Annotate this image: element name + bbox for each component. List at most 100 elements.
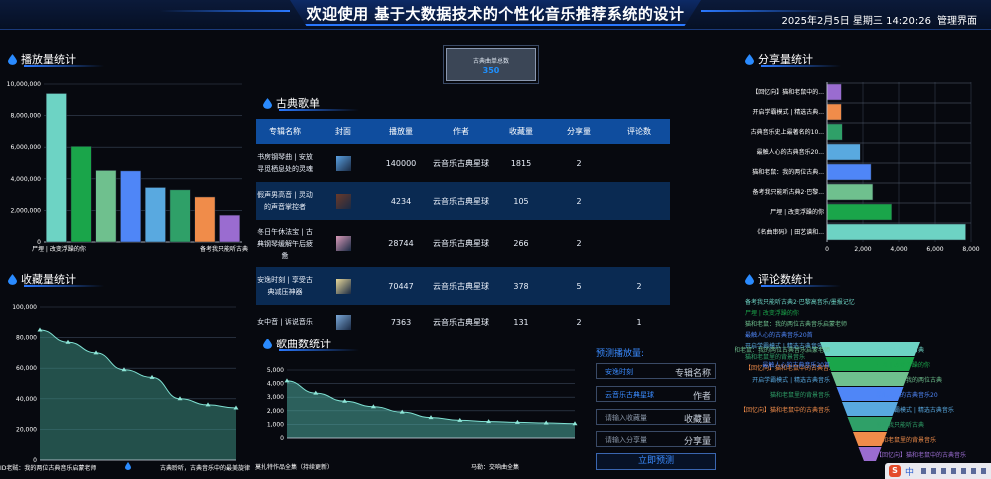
- header-decoration-left: [160, 10, 290, 12]
- album-name-cell: 女中音 | 诉说音乐: [256, 316, 314, 328]
- x-tick-label: 8,000: [962, 246, 979, 253]
- y-tick-label: 猫和老鼠：我的两位古典...: [752, 168, 824, 176]
- summary-box: 古典曲单总数 350: [443, 45, 539, 84]
- album-cover-image[interactable]: [335, 314, 351, 330]
- share-hbar-chart: 0 2,000 4,000 6,000 8,000 【回忆向】猫和老鼠中的... 开启学霸模…: [751, 82, 980, 253]
- drop-icon: [8, 273, 17, 285]
- plays-cell: 7363: [390, 317, 412, 327]
- col-header-author: 作者: [453, 127, 469, 136]
- album-name-line: 典钢琴缓解午后疲: [257, 239, 313, 248]
- panel-title-share: 分享量统计: [745, 51, 841, 67]
- album-cover-image[interactable]: [335, 236, 351, 251]
- predict-collect-placeholder: 请输入收藏量: [605, 414, 647, 422]
- y-tick-label: 《名曲串码》| 田艺谱和...: [754, 228, 824, 236]
- y-tick-label: 备考我只能听古典2·巴黎...: [753, 188, 825, 196]
- table-row[interactable]: 假声男高音 | 灵动 的声音掌控者 4234 云音乐古典星球 105 2: [256, 182, 670, 220]
- table-row[interactable]: 冬日午休法宝 | 古典钢琴缓解午后疲惫 28744 云音乐古典星球 266 2: [256, 220, 670, 267]
- cover-cell: [314, 314, 372, 330]
- y-tick-label: 0: [37, 239, 41, 246]
- funnel-left-label: 猫和老鼠里的背景音乐: [770, 391, 830, 399]
- comments-cell: 2: [636, 281, 642, 291]
- collect-cell: 1815: [510, 158, 532, 168]
- bar: [826, 83, 842, 101]
- legend-item: 猫和老鼠：我的两位古典音乐启蒙老师: [745, 320, 847, 328]
- author-cell: 云音乐古典星球: [433, 281, 489, 291]
- predict-button[interactable]: 立即预测: [596, 453, 716, 470]
- table-row[interactable]: 女中音 | 诉说音乐 7363 云音乐古典星球 131 2 1: [256, 305, 670, 339]
- summary-value: 350: [482, 66, 500, 75]
- y-tick-label: 80,000: [16, 335, 37, 342]
- share-cell: 2: [576, 239, 582, 248]
- drop-icon: [8, 53, 17, 65]
- x-tick-label: 2,000: [854, 246, 871, 253]
- col-header-share: 分享量: [567, 127, 591, 136]
- drop-icon: [125, 462, 131, 470]
- y-tick-label: 4,000,000: [10, 176, 41, 183]
- album-name-line: 惫: [281, 251, 289, 260]
- predict-album-value: 安逸时刻: [605, 368, 633, 376]
- share-cell: 2: [576, 317, 582, 327]
- y-tick-label: 最触人心的古典音乐20...: [757, 148, 824, 156]
- predict-album-label: 专辑名称: [674, 369, 711, 379]
- album-table: 专辑名称 封面 播放量 作者 收藏量 分享量 评论数 书房钢琴曲 | 安放 寻觅栖…: [256, 119, 670, 339]
- y-tick-label: 【回忆向】猫和老鼠中的...: [752, 88, 824, 96]
- panel-title-plays: 播放量统计: [8, 51, 104, 67]
- collect-area-chart: 0 20,000 40,000 60,000 80,000 100,000 ID老贼：我的两…: [0, 304, 250, 472]
- y-tick-label: 2,000: [267, 408, 284, 415]
- bar: [219, 214, 241, 243]
- y-tick-label: 1,000: [267, 421, 284, 428]
- y-tick-label: 10,000,000: [7, 81, 42, 88]
- funnel-left-label: 开启学霸模式 | 精选古典音乐: [752, 376, 830, 384]
- ime-icon[interactable]: S: [889, 465, 901, 477]
- y-tick-label: 古典音乐史上最著名的10...: [751, 128, 824, 136]
- share-cell: 5: [576, 281, 582, 291]
- table-row[interactable]: 安逸时刻 | 享受古 典减压神器 70447 云音乐古典星球 378 5 2: [256, 267, 670, 305]
- x-tick-label: 莫扎特作品全集（持续更新）: [255, 463, 333, 471]
- album-cover-image[interactable]: [335, 155, 351, 171]
- album-name-line: 典减压神器: [267, 288, 303, 296]
- y-tick-label: 60,000: [16, 365, 37, 372]
- bar: [826, 123, 843, 141]
- predict-album-field[interactable]: 安逸时刻 专辑名称: [596, 363, 716, 379]
- x-tick-label: 古典聆听，古典音乐中的最美旋律: [160, 464, 250, 472]
- album-name-cell: 假声男高音 | 灵动 的声音掌控者: [256, 189, 314, 213]
- album-name-line: 女中音 | 诉说音乐: [257, 318, 313, 326]
- funnel-right-label: 猫和老鼠：我的两位古典: [876, 376, 942, 384]
- bar: [826, 143, 861, 161]
- plays-cell: 140000: [385, 158, 417, 168]
- songs-area-chart: 0 1,000 2,000 3,000 4,000 5,000 莫扎特作品全集（持续更新） 马…: [255, 367, 578, 471]
- tray-icons[interactable]: [921, 468, 987, 474]
- plays-cell: 4234: [390, 196, 412, 206]
- bar: [95, 170, 117, 243]
- predict-share-label: 分享量: [683, 437, 711, 447]
- ime-mode-label[interactable]: 中: [905, 465, 914, 478]
- album-name-cell: 安逸时刻 | 享受古 典减压神器: [256, 274, 314, 298]
- admin-link[interactable]: 管理界面: [937, 12, 977, 27]
- title-underline: [279, 349, 359, 351]
- predict-collect-field[interactable]: 请输入收藏量 收藏量: [596, 409, 716, 425]
- album-name-cell: 书房钢琴曲 | 安放 寻觅栖息处的灵魂: [256, 151, 314, 175]
- predict-author-field[interactable]: 云音乐古典星球 作者: [596, 386, 716, 402]
- cover-cell: [314, 155, 372, 171]
- title-underline: [761, 285, 841, 287]
- table-header: 专辑名称 封面 播放量 作者 收藏量 分享量 评论数: [256, 119, 670, 144]
- col-header-comments: 评论数: [627, 127, 651, 136]
- y-tick-label: 6,000,000: [10, 144, 41, 151]
- x-tick-label: 备考我只能听古典: [200, 245, 248, 253]
- table-row[interactable]: 书房钢琴曲 | 安放 寻觅栖息处的灵魂 140000 云音乐古典星球 1815 2: [256, 144, 670, 182]
- album-cover-image[interactable]: [335, 278, 351, 294]
- share-cell: 2: [576, 158, 582, 168]
- bar: [70, 146, 92, 243]
- y-tick-label: 5,000: [267, 367, 284, 374]
- y-tick-label: 0: [33, 457, 37, 464]
- drop-icon: [745, 273, 754, 285]
- funnel-left-label: 猫和老鼠：我的两位古典音乐启蒙老师: [735, 346, 830, 354]
- author-cell: 云音乐古典星球: [433, 239, 489, 248]
- album-name-line: 书房钢琴曲 | 安放: [257, 153, 313, 161]
- data-point: [37, 327, 43, 332]
- col-header-collect: 收藏量: [509, 127, 533, 136]
- predict-share-field[interactable]: 请输入分享量 分享量: [596, 431, 716, 447]
- title-underline: [279, 109, 359, 111]
- album-cover-image[interactable]: [335, 193, 351, 209]
- collect-cell: 131: [513, 317, 529, 327]
